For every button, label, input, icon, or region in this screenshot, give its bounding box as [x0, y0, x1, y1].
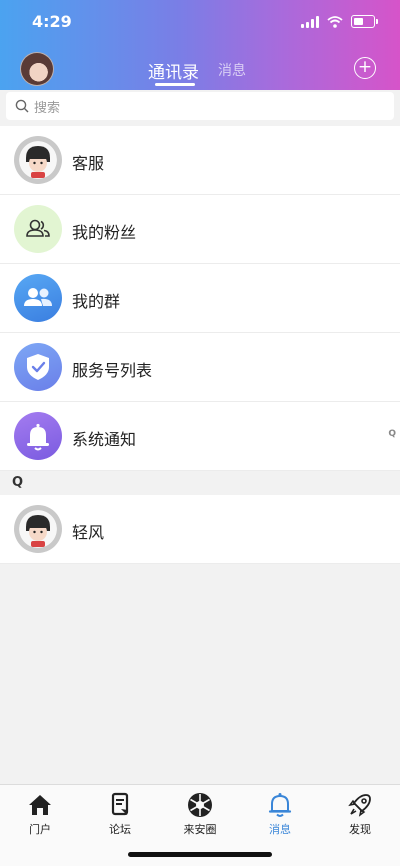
search-input[interactable]: 搜索: [6, 92, 394, 120]
tab-messages[interactable]: 消息: [218, 60, 246, 80]
list-item-fans[interactable]: 我的粉丝: [0, 195, 400, 264]
list-item-label: 轻风: [72, 523, 105, 542]
fans-icon: [14, 205, 62, 253]
nav-label: 论坛: [109, 823, 131, 836]
add-button[interactable]: +: [354, 57, 376, 79]
list-item-label: 客服: [72, 154, 105, 173]
rocket-icon: [348, 794, 371, 817]
list-item-label: 服务号列表: [72, 361, 153, 380]
list-item-kefu[interactable]: 客服: [0, 126, 400, 195]
list-item-service[interactable]: 服务号列表: [0, 333, 400, 402]
shield-check-icon: [14, 343, 62, 391]
avatar: [14, 505, 62, 553]
index-letter[interactable]: Q: [388, 429, 396, 439]
list-item-qingfeng[interactable]: 轻风: [0, 495, 400, 564]
nav-label: 门户: [29, 823, 51, 836]
nav-label: 发现: [349, 823, 371, 836]
bell-icon: [14, 412, 62, 460]
signal-icon: [301, 15, 319, 28]
header: 4:29 通讯录 消息 +: [0, 0, 400, 90]
list-item-notify[interactable]: 系统通知 Q: [0, 402, 400, 471]
nav-circle[interactable]: 来安圈: [170, 791, 230, 837]
list-item-label: 我的群: [72, 292, 121, 311]
section-header: Q: [0, 471, 400, 495]
bell-icon: [268, 793, 292, 817]
wifi-icon: [327, 15, 343, 28]
nav-label: 来安圈: [183, 823, 217, 836]
forum-icon: [111, 792, 129, 816]
status-time: 4:29: [32, 12, 72, 31]
tab-active-indicator: [155, 83, 195, 86]
user-avatar[interactable]: [20, 52, 54, 86]
tab-contacts[interactable]: 通讯录: [148, 58, 199, 83]
list-item-label: 我的粉丝: [72, 223, 137, 242]
nav-forum[interactable]: 论坛: [90, 791, 150, 837]
nav-home[interactable]: 门户: [10, 791, 70, 837]
search-bar: 搜索: [0, 90, 400, 126]
search-icon: [15, 99, 29, 113]
nav-messages[interactable]: 消息: [250, 791, 310, 837]
battery-icon: [351, 15, 378, 28]
nav-label: 消息: [269, 823, 291, 836]
home-indicator: [128, 852, 272, 857]
group-icon: [14, 274, 62, 322]
home-icon: [29, 795, 51, 815]
avatar: [14, 136, 62, 184]
contact-list: 客服 我的粉丝 我的群 服务号列表 系统通知 Q Q 轻风: [0, 126, 400, 564]
aperture-icon: [188, 793, 212, 817]
search-placeholder: 搜索: [34, 101, 61, 116]
status-icons: [301, 15, 378, 28]
list-item-label: 系统通知: [72, 430, 137, 449]
nav-discover[interactable]: 发现: [330, 791, 390, 837]
list-item-groups[interactable]: 我的群: [0, 264, 400, 333]
